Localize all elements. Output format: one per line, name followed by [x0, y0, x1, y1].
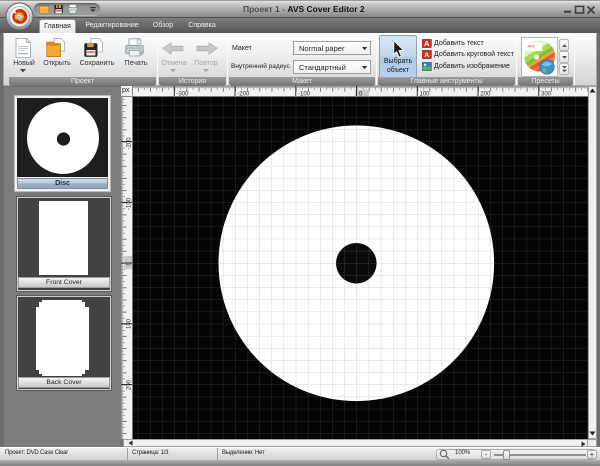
- svg-text:A: A: [424, 52, 429, 59]
- svg-text:200: 200: [127, 379, 133, 390]
- svg-text:p: p: [17, 15, 20, 21]
- svg-text:100: 100: [127, 318, 133, 329]
- svg-text:-100: -100: [127, 197, 133, 210]
- svg-text:AVS: AVS: [528, 45, 536, 49]
- svg-text:A: A: [424, 39, 430, 48]
- svg-text:-200: -200: [127, 137, 133, 150]
